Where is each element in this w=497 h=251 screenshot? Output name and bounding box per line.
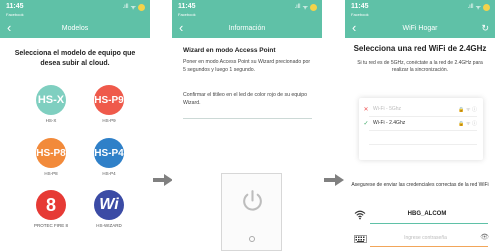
hs-p8-logo-icon: HS-P8 (36, 138, 66, 168)
signal-icon: .ıll (122, 4, 129, 10)
instruction-text: Poner en modo Access Point su Wizard pre… (183, 59, 311, 73)
hs-p9-logo-icon: HS-P9 (94, 85, 124, 115)
status-carrier: Facebook (351, 12, 369, 17)
nav-title: WiFi Hogar (402, 25, 438, 32)
header-bar: 11:45 Facebook .ıll ᯤ ‹ Información (172, 0, 322, 38)
hs-p4-logo-icon: HS-P4 (94, 138, 124, 168)
power-icon (243, 190, 262, 211)
header-bar: 11:45 Facebook .ıll ᯤ ‹ Modelos (0, 0, 150, 38)
wifi-heading: Selecciona una red WiFi de 2.4GHz (353, 44, 487, 53)
models-heading: Selecciona el modelo de equipo que desea… (14, 50, 136, 67)
model-label: HS-X (45, 118, 57, 123)
divider (183, 118, 312, 119)
model-hs-x[interactable]: HS-X HS-X (28, 85, 74, 123)
ssid-value[interactable]: HBG_ALCOM (377, 211, 477, 217)
password-underline (370, 246, 488, 247)
model-label: HS-P9 (102, 118, 116, 123)
screen-models: 11:45 Facebook .ıll ᯤ ‹ Modelos Seleccio… (0, 0, 150, 251)
lock-wifi-icons: 🔒 ᯤ ⓘ (458, 106, 477, 113)
check-icon: ✓ (363, 120, 369, 127)
hs-wizard-logo-icon: Wi (94, 190, 124, 220)
nav-title: Modelos (61, 25, 89, 32)
nav-title: Información (228, 25, 266, 32)
refresh-icon[interactable]: ↻ (481, 23, 489, 34)
wifi-icon (354, 210, 366, 220)
device-illustration (221, 173, 282, 251)
access-point-heading: Wizard en modo Access Point (183, 47, 276, 54)
signal-icon: .ıll (467, 4, 474, 10)
battery-icon (483, 3, 490, 11)
screen-information: 11:45 Facebook .ıll ᯤ ‹ Información Wiza… (172, 0, 322, 251)
network-name: Wi-Fi - 5Ghz (373, 106, 402, 112)
divider (369, 144, 477, 145)
keyboard-icon (354, 235, 367, 243)
close-icon: ✕ (363, 106, 369, 113)
wifi-network-list: ✕ Wi-Fi - 5Ghz 🔒 ᯤ ⓘ ✓ Wi-Fi - 2.4Ghz 🔒 … (359, 98, 483, 160)
eye-slash-icon[interactable]: 👁 (480, 233, 489, 241)
arrow-right-icon (153, 174, 173, 186)
hs-x-logo-icon: HS-X (36, 85, 66, 115)
status-icons: .ıll ᯤ (123, 3, 145, 11)
wifi-subtext: Si tu red es de 5GHz, conéctate a la red… (357, 60, 483, 73)
status-time: 11:45 (6, 3, 24, 10)
status-icons: .ıll ᯤ (468, 3, 490, 11)
status-time: 11:45 (178, 3, 196, 10)
status-carrier: Facebook (178, 12, 196, 17)
model-label: HS-WIZARD (96, 223, 122, 228)
model-hs-p4[interactable]: HS-P4 HS-P4 (86, 138, 132, 176)
signal-icon: .ıll (294, 4, 301, 10)
model-protec-fire-8[interactable]: 8 PROTEC FIRE 8 (28, 190, 74, 228)
confirm-text: Confirmar el titileo en el led de color … (183, 92, 307, 106)
status-carrier: Facebook (6, 12, 24, 17)
arrow-right-icon (324, 174, 344, 186)
password-input[interactable] (378, 233, 473, 243)
protec-fire-8-logo-icon: 8 (36, 190, 66, 220)
credentials-note: Asegurese de enviar las credenciales cor… (351, 182, 489, 188)
wifi-status-icon: ᯤ (130, 5, 136, 11)
model-label: HS-P8 (44, 171, 58, 176)
model-label: HS-P4 (102, 171, 116, 176)
model-hs-wizard[interactable]: Wi HS-WIZARD (86, 190, 132, 228)
ssid-underline (370, 223, 488, 224)
led-indicator (249, 236, 255, 242)
header-bar: 11:45 Facebook .ıll ᯤ ‹ WiFi Hogar ↻ (345, 0, 495, 38)
model-label: PROTEC FIRE 8 (33, 223, 68, 228)
model-hs-p8[interactable]: HS-P8 HS-P8 (28, 138, 74, 176)
status-icons: .ıll ᯤ (295, 3, 317, 11)
wifi-status-icon: ᯤ (302, 5, 308, 11)
network-row-5ghz: ✕ Wi-Fi - 5Ghz 🔒 ᯤ ⓘ (359, 102, 483, 116)
status-time: 11:45 (351, 3, 369, 10)
screen-wifi-home: 11:45 Facebook .ıll ᯤ ‹ WiFi Hogar ↻ Sel… (345, 0, 495, 251)
battery-icon (310, 3, 317, 11)
lock-wifi-icons: 🔒 ᯤ ⓘ (458, 120, 477, 127)
model-hs-p9[interactable]: HS-P9 HS-P9 (86, 85, 132, 123)
network-name: Wi-Fi - 2.4Ghz (373, 120, 406, 126)
network-row-24ghz[interactable]: ✓ Wi-Fi - 2.4Ghz 🔒 ᯤ ⓘ (359, 116, 483, 130)
battery-icon (138, 3, 145, 11)
divider (369, 130, 477, 131)
wifi-status-icon: ᯤ (475, 5, 481, 11)
